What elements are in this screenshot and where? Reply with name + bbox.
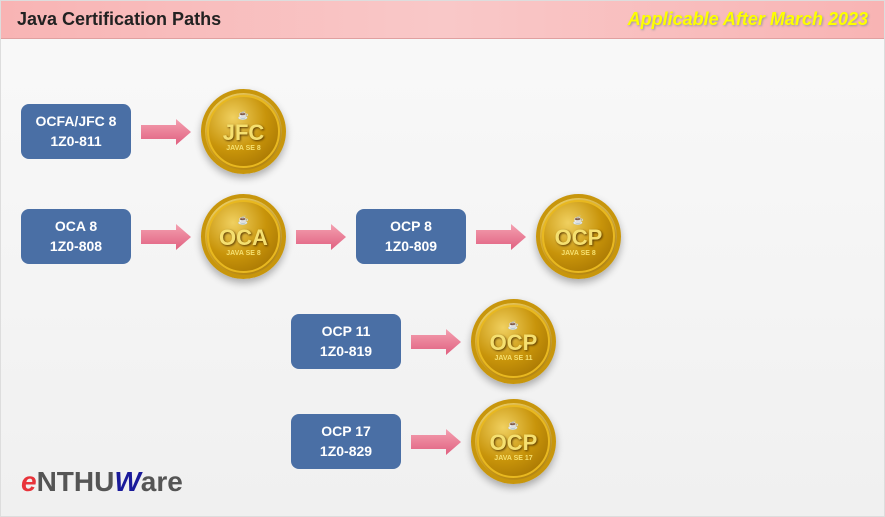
label-oca: OCA 8 1Z0-808 (21, 209, 131, 264)
logo-w: W (114, 466, 140, 498)
arrow-ocp17 (411, 427, 461, 457)
medal-ocp17: ☕ OCP JAVA SE 17 (471, 399, 556, 484)
main-content: OCFA/JFC 8 1Z0-811 ☕ JFC (1, 39, 884, 512)
arrow-ocp11 (411, 327, 461, 357)
page-container: Java Certification Paths Applicable Afte… (0, 0, 885, 517)
logo-are: are (141, 466, 183, 498)
row-oca: OCA 8 1Z0-808 ☕ OCA JAVA SE 8 (21, 194, 621, 279)
row-jfc: OCFA/JFC 8 1Z0-811 ☕ JFC (21, 89, 286, 174)
label-jfc: OCFA/JFC 8 1Z0-811 (21, 104, 131, 159)
arrow-ocp8 (476, 222, 526, 252)
logo-nthu: NTHU (37, 466, 115, 498)
medal-jfc: ☕ JFC JAVA SE 8 (201, 89, 286, 174)
medal-oca: ☕ OCA JAVA SE 8 (201, 194, 286, 279)
page-subtitle: Applicable After March 2023 (628, 9, 868, 30)
logo: e NTHU W are (21, 466, 183, 498)
row-ocp17: OCP 17 1Z0-829 ☕ OCP JAVA SE 17 (291, 399, 556, 484)
arrow-oca (141, 222, 191, 252)
arrow-oca-2 (296, 222, 346, 252)
logo-e: e (21, 466, 37, 498)
page-title: Java Certification Paths (17, 9, 221, 30)
header: Java Certification Paths Applicable Afte… (1, 1, 884, 39)
label-ocp8: OCP 8 1Z0-809 (356, 209, 466, 264)
medal-ocp11: ☕ OCP JAVA SE 11 (471, 299, 556, 384)
label-ocp17: OCP 17 1Z0-829 (291, 414, 401, 469)
label-ocp11: OCP 11 1Z0-819 (291, 314, 401, 369)
row-ocp11: OCP 11 1Z0-819 ☕ OCP JAVA SE 11 (291, 299, 556, 384)
medal-ocp8: ☕ OCP JAVA SE 8 (536, 194, 621, 279)
arrow-jfc (141, 117, 191, 147)
